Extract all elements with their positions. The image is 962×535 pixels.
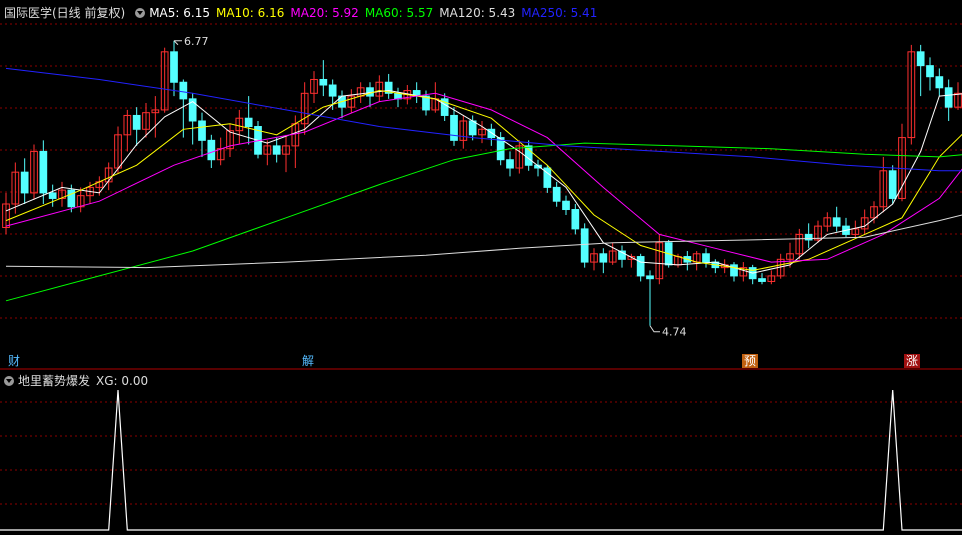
candle-down	[319, 78, 328, 86]
low-marker	[649, 325, 660, 333]
indicator-dropdown-icon[interactable]	[4, 376, 14, 386]
tag-yu[interactable]: 预	[742, 354, 759, 368]
candle-down	[599, 253, 608, 263]
indicator-header: 地里蓄势爆发 XG: 0.00	[4, 372, 154, 389]
ma250-label: MA250: 5.41	[521, 6, 598, 20]
candle-down	[832, 217, 841, 227]
candle-down	[758, 278, 766, 282]
candle-down	[926, 65, 934, 78]
candle-down	[571, 209, 580, 230]
candle-down	[198, 120, 206, 141]
tag-jie[interactable]: 解	[300, 354, 316, 368]
candle-down	[244, 117, 253, 128]
indicator-chart	[0, 389, 962, 531]
candle-down	[935, 76, 944, 89]
candle-down	[207, 139, 216, 161]
candle-down	[888, 170, 897, 199]
candle-down	[702, 253, 710, 263]
price-chart: 6.77 4.74	[0, 23, 962, 370]
candle-down	[562, 200, 570, 211]
candle-down	[804, 233, 813, 241]
candle-down	[48, 192, 57, 199]
ma10-label: MA10: 6.16	[215, 6, 285, 20]
high-label: 6.77	[184, 35, 209, 48]
candle-down	[944, 87, 953, 108]
candle-down	[366, 87, 374, 97]
high-marker	[173, 40, 182, 46]
candle-down	[132, 114, 141, 130]
candle-down	[450, 114, 458, 141]
candle-down	[524, 145, 533, 166]
ma5-label: MA5: 6.15	[149, 6, 210, 20]
indicator-name: 地里蓄势爆发	[18, 374, 91, 388]
candle-down	[272, 145, 281, 155]
candle-down	[20, 171, 29, 194]
candle-down	[179, 81, 188, 100]
ma60-line	[5, 142, 962, 302]
ma120-label: MA120: 5.43	[439, 6, 516, 20]
stock-title: 国际医学(日线 前复权)	[4, 6, 126, 20]
ma60-label: MA60: 5.57	[364, 6, 434, 20]
candle-down	[328, 84, 337, 97]
candle-down	[636, 256, 645, 277]
candle-down	[580, 228, 589, 263]
candle-down	[170, 51, 178, 83]
candle-down	[468, 120, 477, 136]
chart-header: 国际医学(日线 前复权) MA5: 6.15 MA10: 6.16 MA20: 5.9…	[4, 4, 603, 21]
tag-zhang[interactable]: 涨	[904, 354, 921, 368]
candle-down	[916, 51, 925, 67]
indicator-value: XG: 0.00	[96, 374, 149, 388]
ma20-label: MA20: 5.92	[290, 6, 359, 20]
candle-down	[552, 186, 561, 202]
candle-down	[646, 275, 654, 280]
xg-signal-line	[0, 389, 962, 531]
candle-down	[39, 150, 48, 194]
candle-down	[506, 159, 514, 169]
dropdown-icon[interactable]	[135, 8, 146, 18]
tag-cai[interactable]: 财	[6, 354, 22, 368]
candle-down	[487, 128, 496, 139]
low-label: 4.74	[662, 326, 687, 339]
